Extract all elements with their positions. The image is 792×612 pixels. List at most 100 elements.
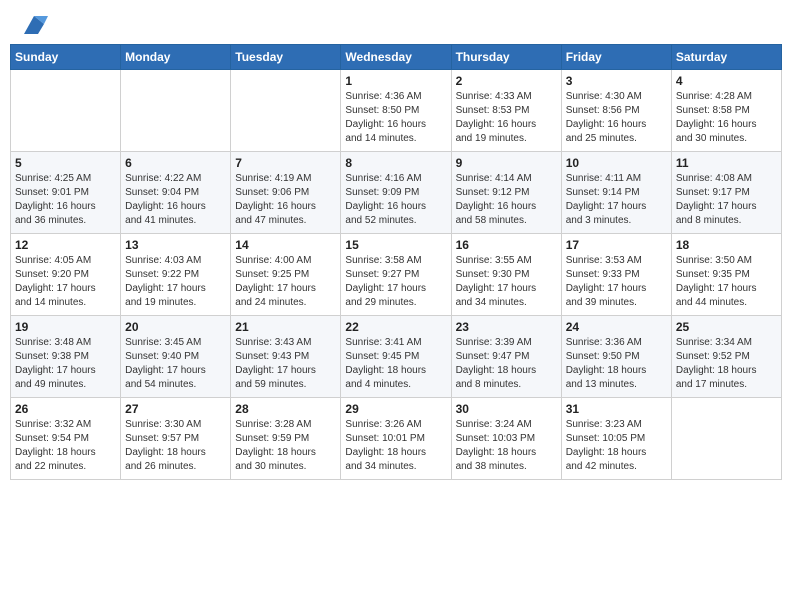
day-number: 19 <box>15 320 116 334</box>
day-info: Sunrise: 4:30 AM Sunset: 8:56 PM Dayligh… <box>566 90 667 146</box>
day-info: Sunrise: 4:25 AM Sunset: 9:01 PM Dayligh… <box>15 172 116 228</box>
calendar-wrap: SundayMondayTuesdayWednesdayThursdayFrid… <box>0 44 792 612</box>
day-info: Sunrise: 3:23 AM Sunset: 10:05 PM Daylig… <box>566 418 667 474</box>
day-info: Sunrise: 4:14 AM Sunset: 9:12 PM Dayligh… <box>456 172 557 228</box>
day-cell: 16 Sunrise: 3:55 AM Sunset: 9:30 PM Dayli… <box>451 234 561 316</box>
day-info: Sunrise: 3:58 AM Sunset: 9:27 PM Dayligh… <box>345 254 446 310</box>
day-cell: 27 Sunrise: 3:30 AM Sunset: 9:57 PM Dayli… <box>121 398 231 480</box>
day-info: Sunrise: 3:48 AM Sunset: 9:38 PM Dayligh… <box>15 336 116 392</box>
day-number: 22 <box>345 320 446 334</box>
day-cell: 14 Sunrise: 4:00 AM Sunset: 9:25 PM Dayli… <box>231 234 341 316</box>
day-cell: 29 Sunrise: 3:26 AM Sunset: 10:01 PM Dayl… <box>341 398 451 480</box>
day-cell: 25 Sunrise: 3:34 AM Sunset: 9:52 PM Dayli… <box>671 316 781 398</box>
day-number: 27 <box>125 402 226 416</box>
day-number: 6 <box>125 156 226 170</box>
day-info: Sunrise: 3:55 AM Sunset: 9:30 PM Dayligh… <box>456 254 557 310</box>
day-cell: 24 Sunrise: 3:36 AM Sunset: 9:50 PM Dayli… <box>561 316 671 398</box>
day-number: 25 <box>676 320 777 334</box>
day-number: 7 <box>235 156 336 170</box>
day-number: 2 <box>456 74 557 88</box>
day-number: 12 <box>15 238 116 252</box>
day-number: 17 <box>566 238 667 252</box>
logo <box>18 10 48 38</box>
day-info: Sunrise: 3:28 AM Sunset: 9:59 PM Dayligh… <box>235 418 336 474</box>
day-cell: 26 Sunrise: 3:32 AM Sunset: 9:54 PM Dayli… <box>11 398 121 480</box>
day-cell <box>11 70 121 152</box>
day-info: Sunrise: 4:19 AM Sunset: 9:06 PM Dayligh… <box>235 172 336 228</box>
col-header-sunday: Sunday <box>11 45 121 70</box>
day-info: Sunrise: 3:32 AM Sunset: 9:54 PM Dayligh… <box>15 418 116 474</box>
col-header-tuesday: Tuesday <box>231 45 341 70</box>
day-cell: 15 Sunrise: 3:58 AM Sunset: 9:27 PM Dayli… <box>341 234 451 316</box>
day-number: 28 <box>235 402 336 416</box>
calendar-table: SundayMondayTuesdayWednesdayThursdayFrid… <box>10 44 782 480</box>
day-cell: 7 Sunrise: 4:19 AM Sunset: 9:06 PM Daylig… <box>231 152 341 234</box>
day-number: 5 <box>15 156 116 170</box>
day-cell <box>121 70 231 152</box>
week-row-1: 5 Sunrise: 4:25 AM Sunset: 9:01 PM Daylig… <box>11 152 782 234</box>
day-info: Sunrise: 4:03 AM Sunset: 9:22 PM Dayligh… <box>125 254 226 310</box>
logo-icon <box>20 10 48 38</box>
day-info: Sunrise: 3:50 AM Sunset: 9:35 PM Dayligh… <box>676 254 777 310</box>
day-number: 31 <box>566 402 667 416</box>
day-info: Sunrise: 3:34 AM Sunset: 9:52 PM Dayligh… <box>676 336 777 392</box>
day-number: 18 <box>676 238 777 252</box>
day-info: Sunrise: 3:24 AM Sunset: 10:03 PM Daylig… <box>456 418 557 474</box>
day-cell: 13 Sunrise: 4:03 AM Sunset: 9:22 PM Dayli… <box>121 234 231 316</box>
day-info: Sunrise: 4:11 AM Sunset: 9:14 PM Dayligh… <box>566 172 667 228</box>
day-cell: 23Sunrise: 3:39 AM Sunset: 9:47 PM Dayli… <box>451 316 561 398</box>
day-cell: 19 Sunrise: 3:48 AM Sunset: 9:38 PM Dayli… <box>11 316 121 398</box>
day-number: 14 <box>235 238 336 252</box>
day-info: Sunrise: 3:39 AM Sunset: 9:47 PM Dayligh… <box>456 336 557 392</box>
day-cell: 10Sunrise: 4:11 AM Sunset: 9:14 PM Dayli… <box>561 152 671 234</box>
day-number: 30 <box>456 402 557 416</box>
day-cell: 22 Sunrise: 3:41 AM Sunset: 9:45 PM Dayli… <box>341 316 451 398</box>
col-header-monday: Monday <box>121 45 231 70</box>
day-cell: 2 Sunrise: 4:33 AM Sunset: 8:53 PM Daylig… <box>451 70 561 152</box>
day-info: Sunrise: 3:43 AM Sunset: 9:43 PM Dayligh… <box>235 336 336 392</box>
day-number: 3 <box>566 74 667 88</box>
header-row: SundayMondayTuesdayWednesdayThursdayFrid… <box>11 45 782 70</box>
col-header-friday: Friday <box>561 45 671 70</box>
day-number: 8 <box>345 156 446 170</box>
week-row-2: 12 Sunrise: 4:05 AM Sunset: 9:20 PM Dayli… <box>11 234 782 316</box>
day-info: Sunrise: 4:28 AM Sunset: 8:58 PM Dayligh… <box>676 90 777 146</box>
day-number: 13 <box>125 238 226 252</box>
day-info: Sunrise: 3:30 AM Sunset: 9:57 PM Dayligh… <box>125 418 226 474</box>
week-row-3: 19 Sunrise: 3:48 AM Sunset: 9:38 PM Dayli… <box>11 316 782 398</box>
day-info: Sunrise: 3:45 AM Sunset: 9:40 PM Dayligh… <box>125 336 226 392</box>
day-number: 9 <box>456 156 557 170</box>
day-cell: 4 Sunrise: 4:28 AM Sunset: 8:58 PM Daylig… <box>671 70 781 152</box>
day-cell: 9 Sunrise: 4:14 AM Sunset: 9:12 PM Daylig… <box>451 152 561 234</box>
day-info: Sunrise: 3:36 AM Sunset: 9:50 PM Dayligh… <box>566 336 667 392</box>
day-number: 4 <box>676 74 777 88</box>
day-number: 26 <box>15 402 116 416</box>
day-info: Sunrise: 4:36 AM Sunset: 8:50 PM Dayligh… <box>345 90 446 146</box>
day-cell: 6 Sunrise: 4:22 AM Sunset: 9:04 PM Daylig… <box>121 152 231 234</box>
col-header-thursday: Thursday <box>451 45 561 70</box>
day-cell <box>231 70 341 152</box>
day-cell: 30 Sunrise: 3:24 AM Sunset: 10:03 PM Dayl… <box>451 398 561 480</box>
day-info: Sunrise: 3:41 AM Sunset: 9:45 PM Dayligh… <box>345 336 446 392</box>
day-number: 1 <box>345 74 446 88</box>
day-info: Sunrise: 3:26 AM Sunset: 10:01 PM Daylig… <box>345 418 446 474</box>
week-row-0: 1 Sunrise: 4:36 AM Sunset: 8:50 PM Daylig… <box>11 70 782 152</box>
day-number: 20 <box>125 320 226 334</box>
day-info: Sunrise: 4:33 AM Sunset: 8:53 PM Dayligh… <box>456 90 557 146</box>
day-info: Sunrise: 4:22 AM Sunset: 9:04 PM Dayligh… <box>125 172 226 228</box>
day-number: 11 <box>676 156 777 170</box>
day-cell: 12 Sunrise: 4:05 AM Sunset: 9:20 PM Dayli… <box>11 234 121 316</box>
day-number: 29 <box>345 402 446 416</box>
day-cell <box>671 398 781 480</box>
day-info: Sunrise: 4:05 AM Sunset: 9:20 PM Dayligh… <box>15 254 116 310</box>
col-header-saturday: Saturday <box>671 45 781 70</box>
day-cell: 17Sunrise: 3:53 AM Sunset: 9:33 PM Dayli… <box>561 234 671 316</box>
day-number: 15 <box>345 238 446 252</box>
day-number: 24 <box>566 320 667 334</box>
day-cell: 1 Sunrise: 4:36 AM Sunset: 8:50 PM Daylig… <box>341 70 451 152</box>
day-number: 16 <box>456 238 557 252</box>
day-number: 21 <box>235 320 336 334</box>
day-info: Sunrise: 4:08 AM Sunset: 9:17 PM Dayligh… <box>676 172 777 228</box>
day-info: Sunrise: 4:00 AM Sunset: 9:25 PM Dayligh… <box>235 254 336 310</box>
day-cell: 31 Sunrise: 3:23 AM Sunset: 10:05 PM Dayl… <box>561 398 671 480</box>
